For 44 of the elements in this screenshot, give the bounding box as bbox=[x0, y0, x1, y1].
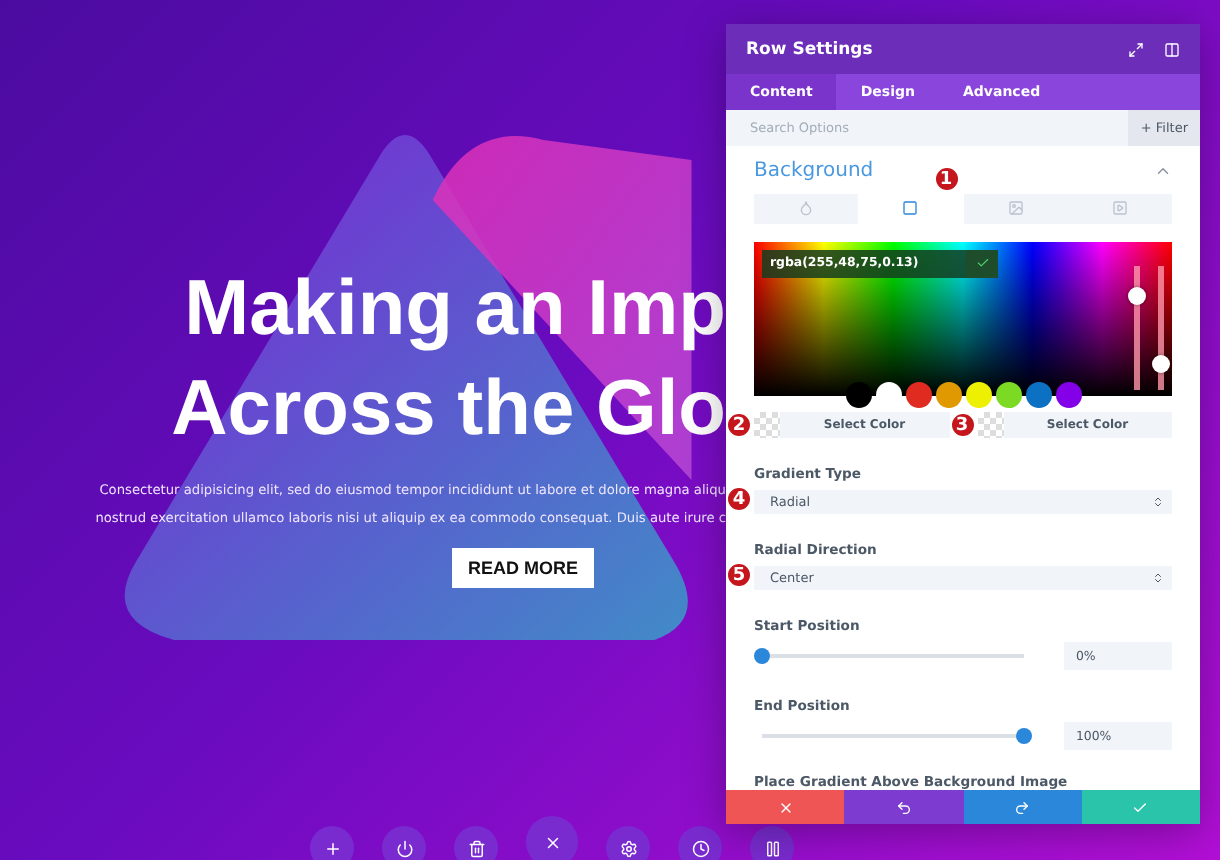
history-button[interactable] bbox=[678, 826, 722, 860]
pause-button[interactable] bbox=[750, 826, 794, 860]
video-icon bbox=[1111, 200, 1128, 217]
add-button[interactable] bbox=[310, 826, 354, 860]
number-badge: 1 bbox=[933, 166, 959, 192]
close-button[interactable] bbox=[526, 816, 578, 860]
check-icon bbox=[1132, 799, 1149, 815]
square-icon bbox=[902, 200, 919, 217]
trash-button[interactable] bbox=[454, 826, 498, 860]
image-icon bbox=[1007, 200, 1024, 217]
number-badge: 4 bbox=[726, 486, 752, 512]
pause-icon bbox=[763, 839, 781, 857]
droplet-icon bbox=[798, 200, 815, 217]
vertical-slider[interactable] bbox=[1158, 265, 1164, 390]
sidebar-icon[interactable] bbox=[1164, 41, 1180, 57]
transparent-swatch[interactable] bbox=[754, 412, 780, 438]
panel-title: Row Settings bbox=[746, 39, 875, 59]
check-icon bbox=[975, 256, 989, 271]
trash-icon bbox=[467, 839, 485, 857]
settings-icon bbox=[619, 839, 637, 857]
expand-icon[interactable] bbox=[1128, 41, 1144, 57]
plus-icon bbox=[323, 839, 341, 857]
number-badge: 3 bbox=[949, 412, 975, 438]
number-badge: 2 bbox=[726, 412, 752, 438]
number-badge: 5 bbox=[726, 562, 752, 588]
read-more-button[interactable]: READ MORE bbox=[452, 548, 595, 588]
power-button[interactable] bbox=[382, 826, 426, 860]
redo-icon bbox=[1014, 799, 1031, 815]
power-icon bbox=[395, 839, 413, 857]
undo-icon bbox=[895, 799, 912, 815]
slider-thumb[interactable] bbox=[754, 648, 770, 664]
hero-heading: Across the Glo bbox=[171, 364, 726, 456]
clock-icon bbox=[691, 839, 709, 857]
vertical-slider[interactable] bbox=[1134, 265, 1140, 390]
slider-thumb[interactable] bbox=[1016, 728, 1032, 744]
slider-thumb[interactable] bbox=[1152, 355, 1170, 374]
transparent-swatch[interactable] bbox=[977, 412, 1003, 438]
x-icon bbox=[777, 799, 794, 815]
close-icon bbox=[543, 833, 561, 851]
confirm-button[interactable] bbox=[966, 249, 998, 278]
settings-button[interactable] bbox=[606, 826, 650, 860]
section-title: Background bbox=[754, 160, 874, 182]
slider-thumb[interactable] bbox=[1128, 287, 1146, 306]
chevron-icon[interactable] bbox=[1154, 162, 1172, 180]
